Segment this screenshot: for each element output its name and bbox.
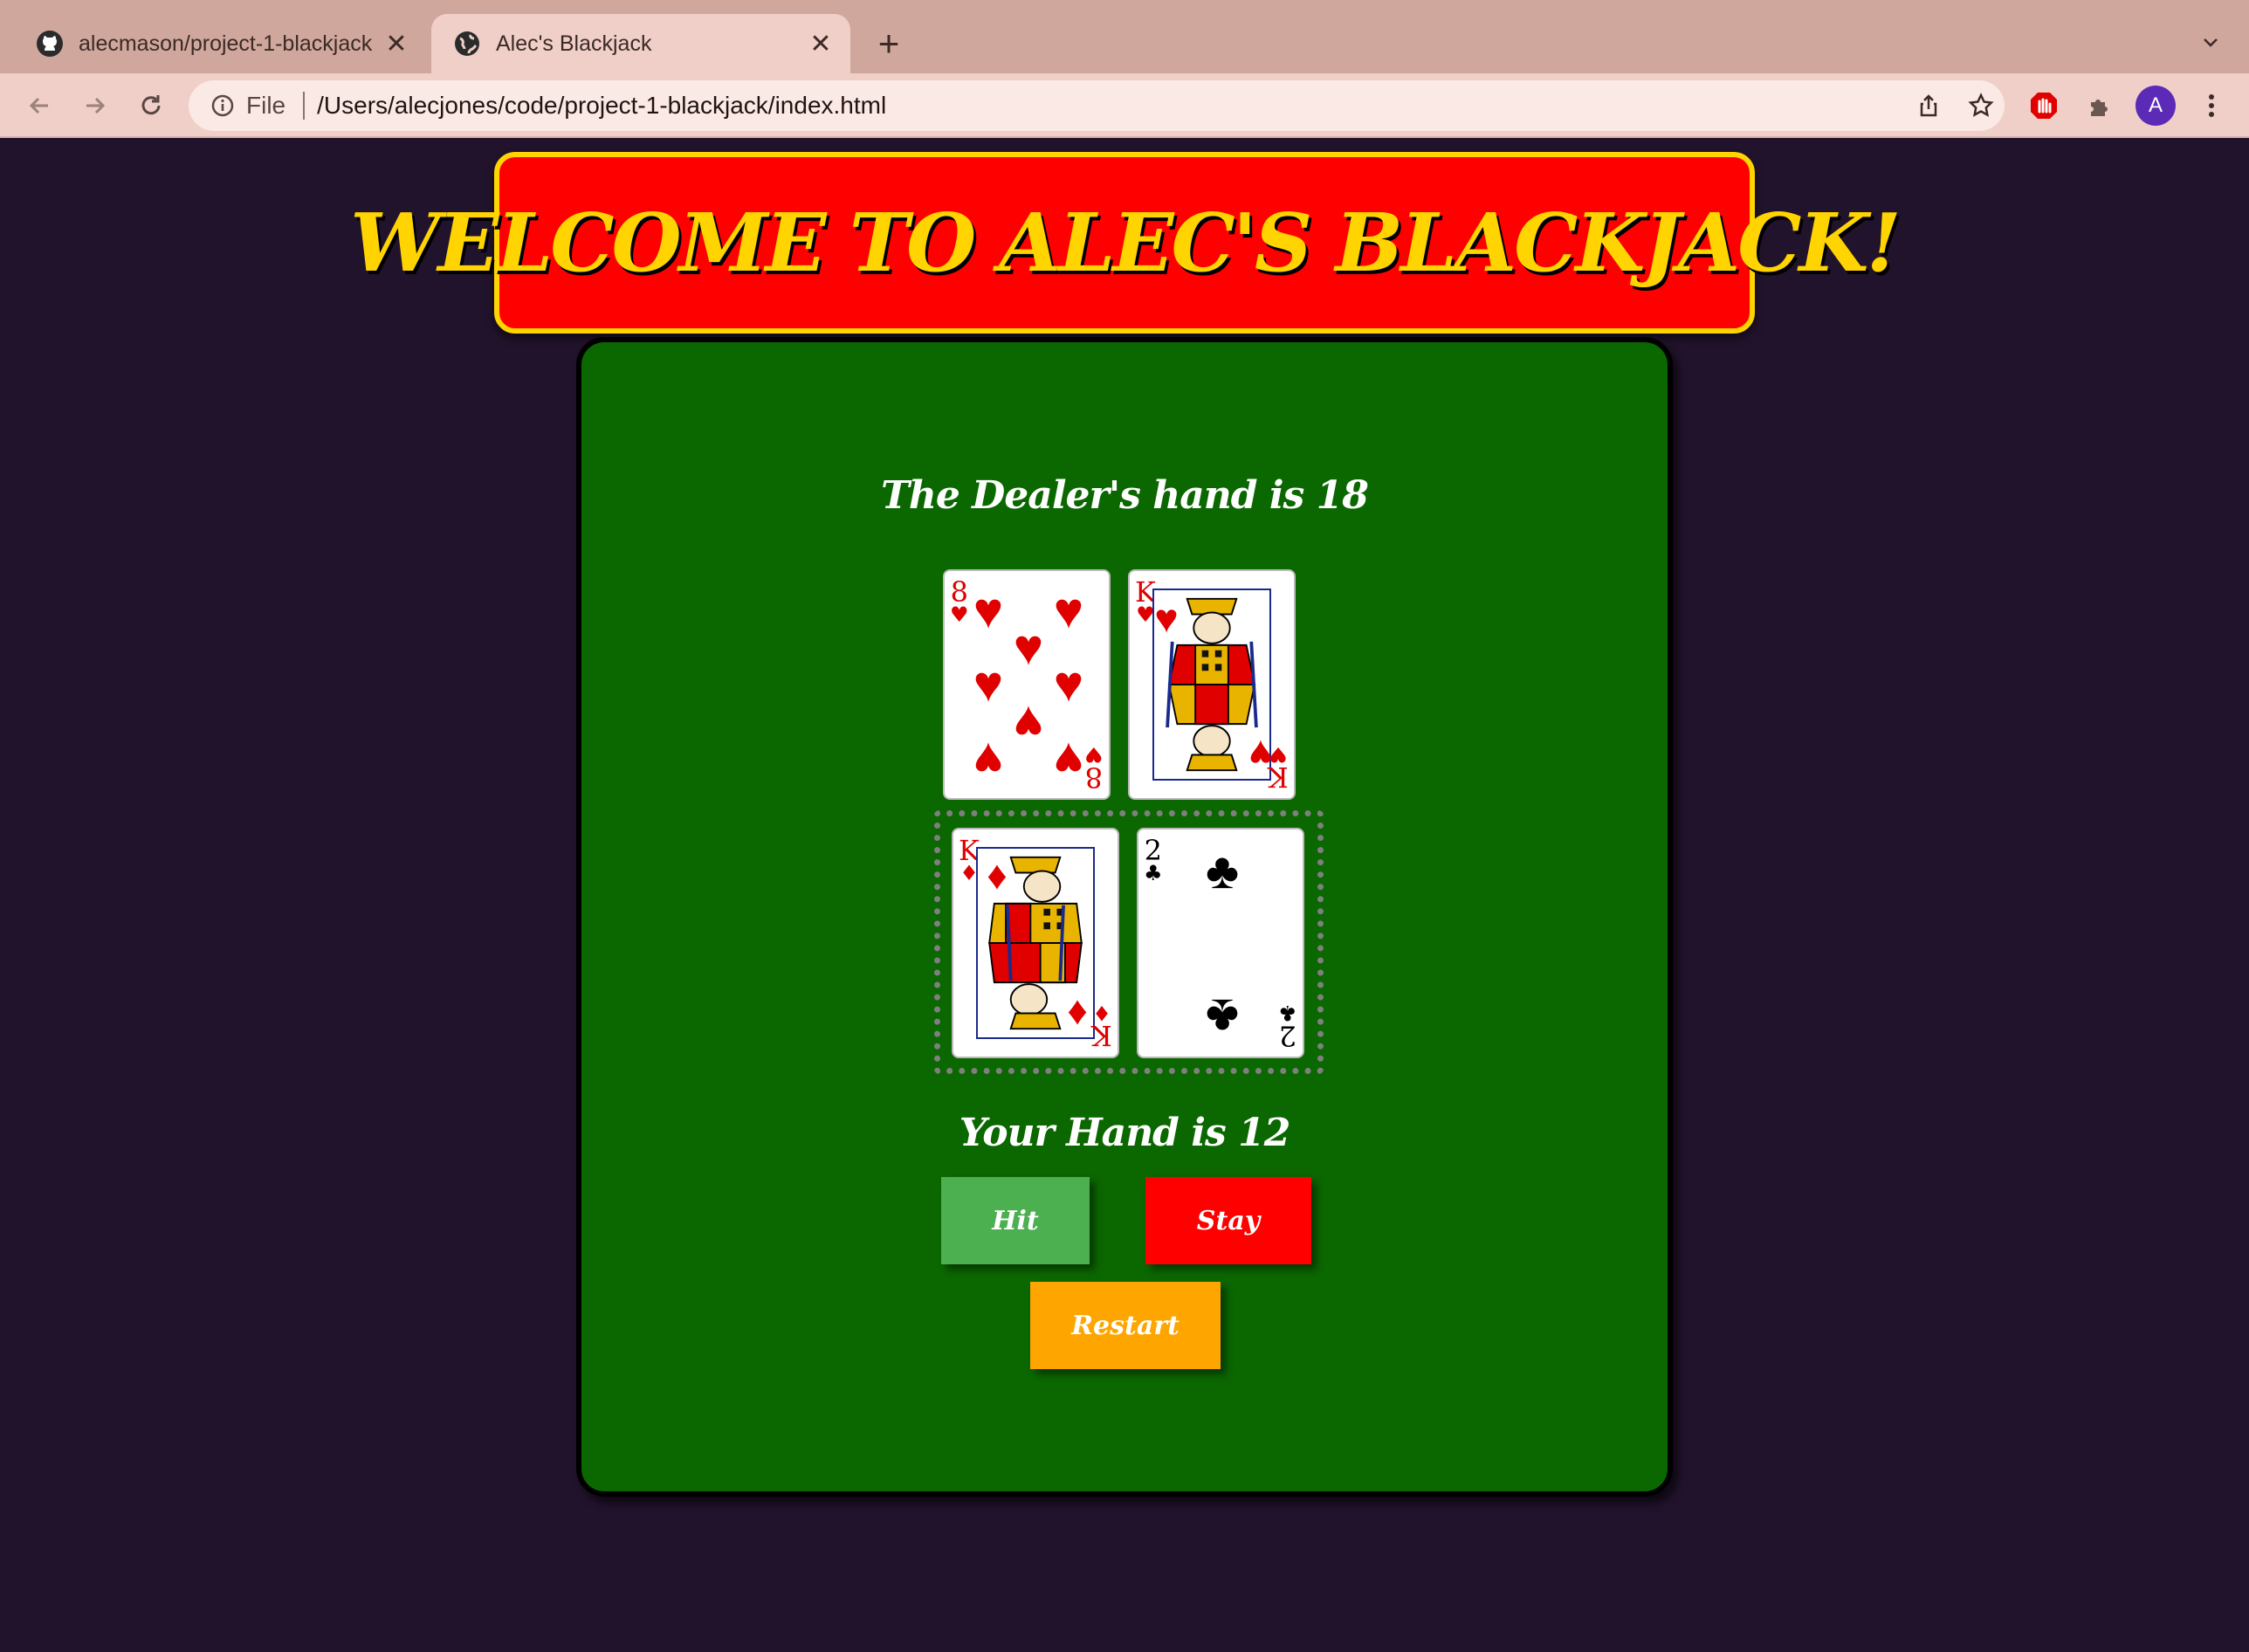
- card-index: 8 ♥: [950, 575, 969, 627]
- heart-icon: ♥: [1013, 619, 1044, 676]
- heart-icon: ♥: [1053, 582, 1084, 639]
- welcome-banner: WELCOME TO ALEC'S BLACKJACK!: [350, 152, 1902, 334]
- hit-button[interactable]: Hit: [941, 1177, 1090, 1264]
- card-index: K ♥: [1268, 742, 1289, 794]
- adblock-icon[interactable]: [2024, 86, 2064, 126]
- card-index: 2 ♣: [1144, 834, 1163, 885]
- blackjack-table: The Dealer's hand is 18 8 ♥ ♥ ♥ ♥ ♥ ♥ ♥ ♥…: [576, 337, 1673, 1497]
- browser-toolbar: File /Users/alecjones/code/project-1-bla…: [0, 73, 2249, 138]
- tab-title: Alec's Blackjack: [496, 31, 652, 56]
- diamond-icon: ♦: [1067, 992, 1088, 1037]
- profile-avatar[interactable]: A: [2136, 86, 2176, 126]
- banner-title: WELCOME TO ALEC'S BLACKJACK!: [350, 196, 1902, 290]
- card-index: 8 ♥: [1084, 742, 1104, 794]
- tab-blackjack[interactable]: Alec's Blackjack ✕: [431, 14, 850, 73]
- back-icon[interactable]: [19, 86, 59, 126]
- heart-icon: ♥: [1154, 595, 1179, 641]
- tab-github[interactable]: alecmason/project-1-blackjack ✕: [17, 14, 426, 73]
- club-icon: ♣: [1205, 843, 1240, 899]
- heart-icon: ♥: [973, 582, 1004, 639]
- star-icon[interactable]: [1963, 87, 1999, 124]
- divider: [303, 92, 306, 120]
- extensions-icon[interactable]: [2080, 86, 2120, 126]
- restart-button[interactable]: Restart: [1030, 1282, 1221, 1369]
- diamond-icon: ♦: [987, 852, 1008, 898]
- heart-icon: ♥: [1053, 732, 1084, 788]
- card-index: K ♦: [1091, 1001, 1112, 1052]
- chevron-down-icon[interactable]: [2193, 24, 2228, 59]
- dealer-card-1: 8 ♥ ♥ ♥ ♥ ♥ ♥ ♥ ♥ ♥ 8 ♥: [943, 569, 1111, 800]
- address-bar[interactable]: File /Users/alecjones/code/project-1-bla…: [189, 80, 2005, 131]
- forward-icon[interactable]: [75, 86, 115, 126]
- tab-title: alecmason/project-1-blackjack: [79, 31, 373, 56]
- info-icon[interactable]: [208, 91, 237, 120]
- close-icon[interactable]: ✕: [379, 26, 414, 61]
- heart-icon: ♥: [973, 732, 1004, 788]
- new-tab-icon[interactable]: +: [870, 23, 908, 64]
- share-icon[interactable]: [1910, 87, 1947, 124]
- url-text[interactable]: /Users/alecjones/code/project-1-blackjac…: [317, 92, 886, 120]
- stay-button[interactable]: Stay: [1145, 1177, 1311, 1264]
- globe-icon: [452, 29, 482, 59]
- dealer-hand-label: The Dealer's hand is 18: [881, 473, 1369, 518]
- heart-icon: ♥: [973, 656, 1004, 712]
- player-card-2: 2 ♣ ♣ ♣ 2 ♣: [1137, 828, 1304, 1058]
- player-card-1: K ♦ ♦ ♦ K ♦: [952, 828, 1119, 1058]
- more-menu-icon[interactable]: [2191, 86, 2232, 126]
- github-icon: [35, 29, 65, 59]
- tab-strip: alecmason/project-1-blackjack ✕ Alec's B…: [0, 0, 2249, 73]
- scheme-label: File: [246, 92, 286, 119]
- club-icon: ♣: [1205, 988, 1240, 1045]
- reload-icon[interactable]: [131, 86, 171, 126]
- heart-icon: ♥: [1053, 656, 1084, 712]
- close-icon[interactable]: ✕: [803, 26, 838, 61]
- card-index: 2 ♣: [1278, 1001, 1297, 1052]
- dealer-card-2: K ♥ ♥ ♥ K ♥: [1128, 569, 1296, 800]
- player-hand-label: Your Hand is 12: [959, 1111, 1291, 1155]
- heart-icon: ♥: [1013, 695, 1044, 752]
